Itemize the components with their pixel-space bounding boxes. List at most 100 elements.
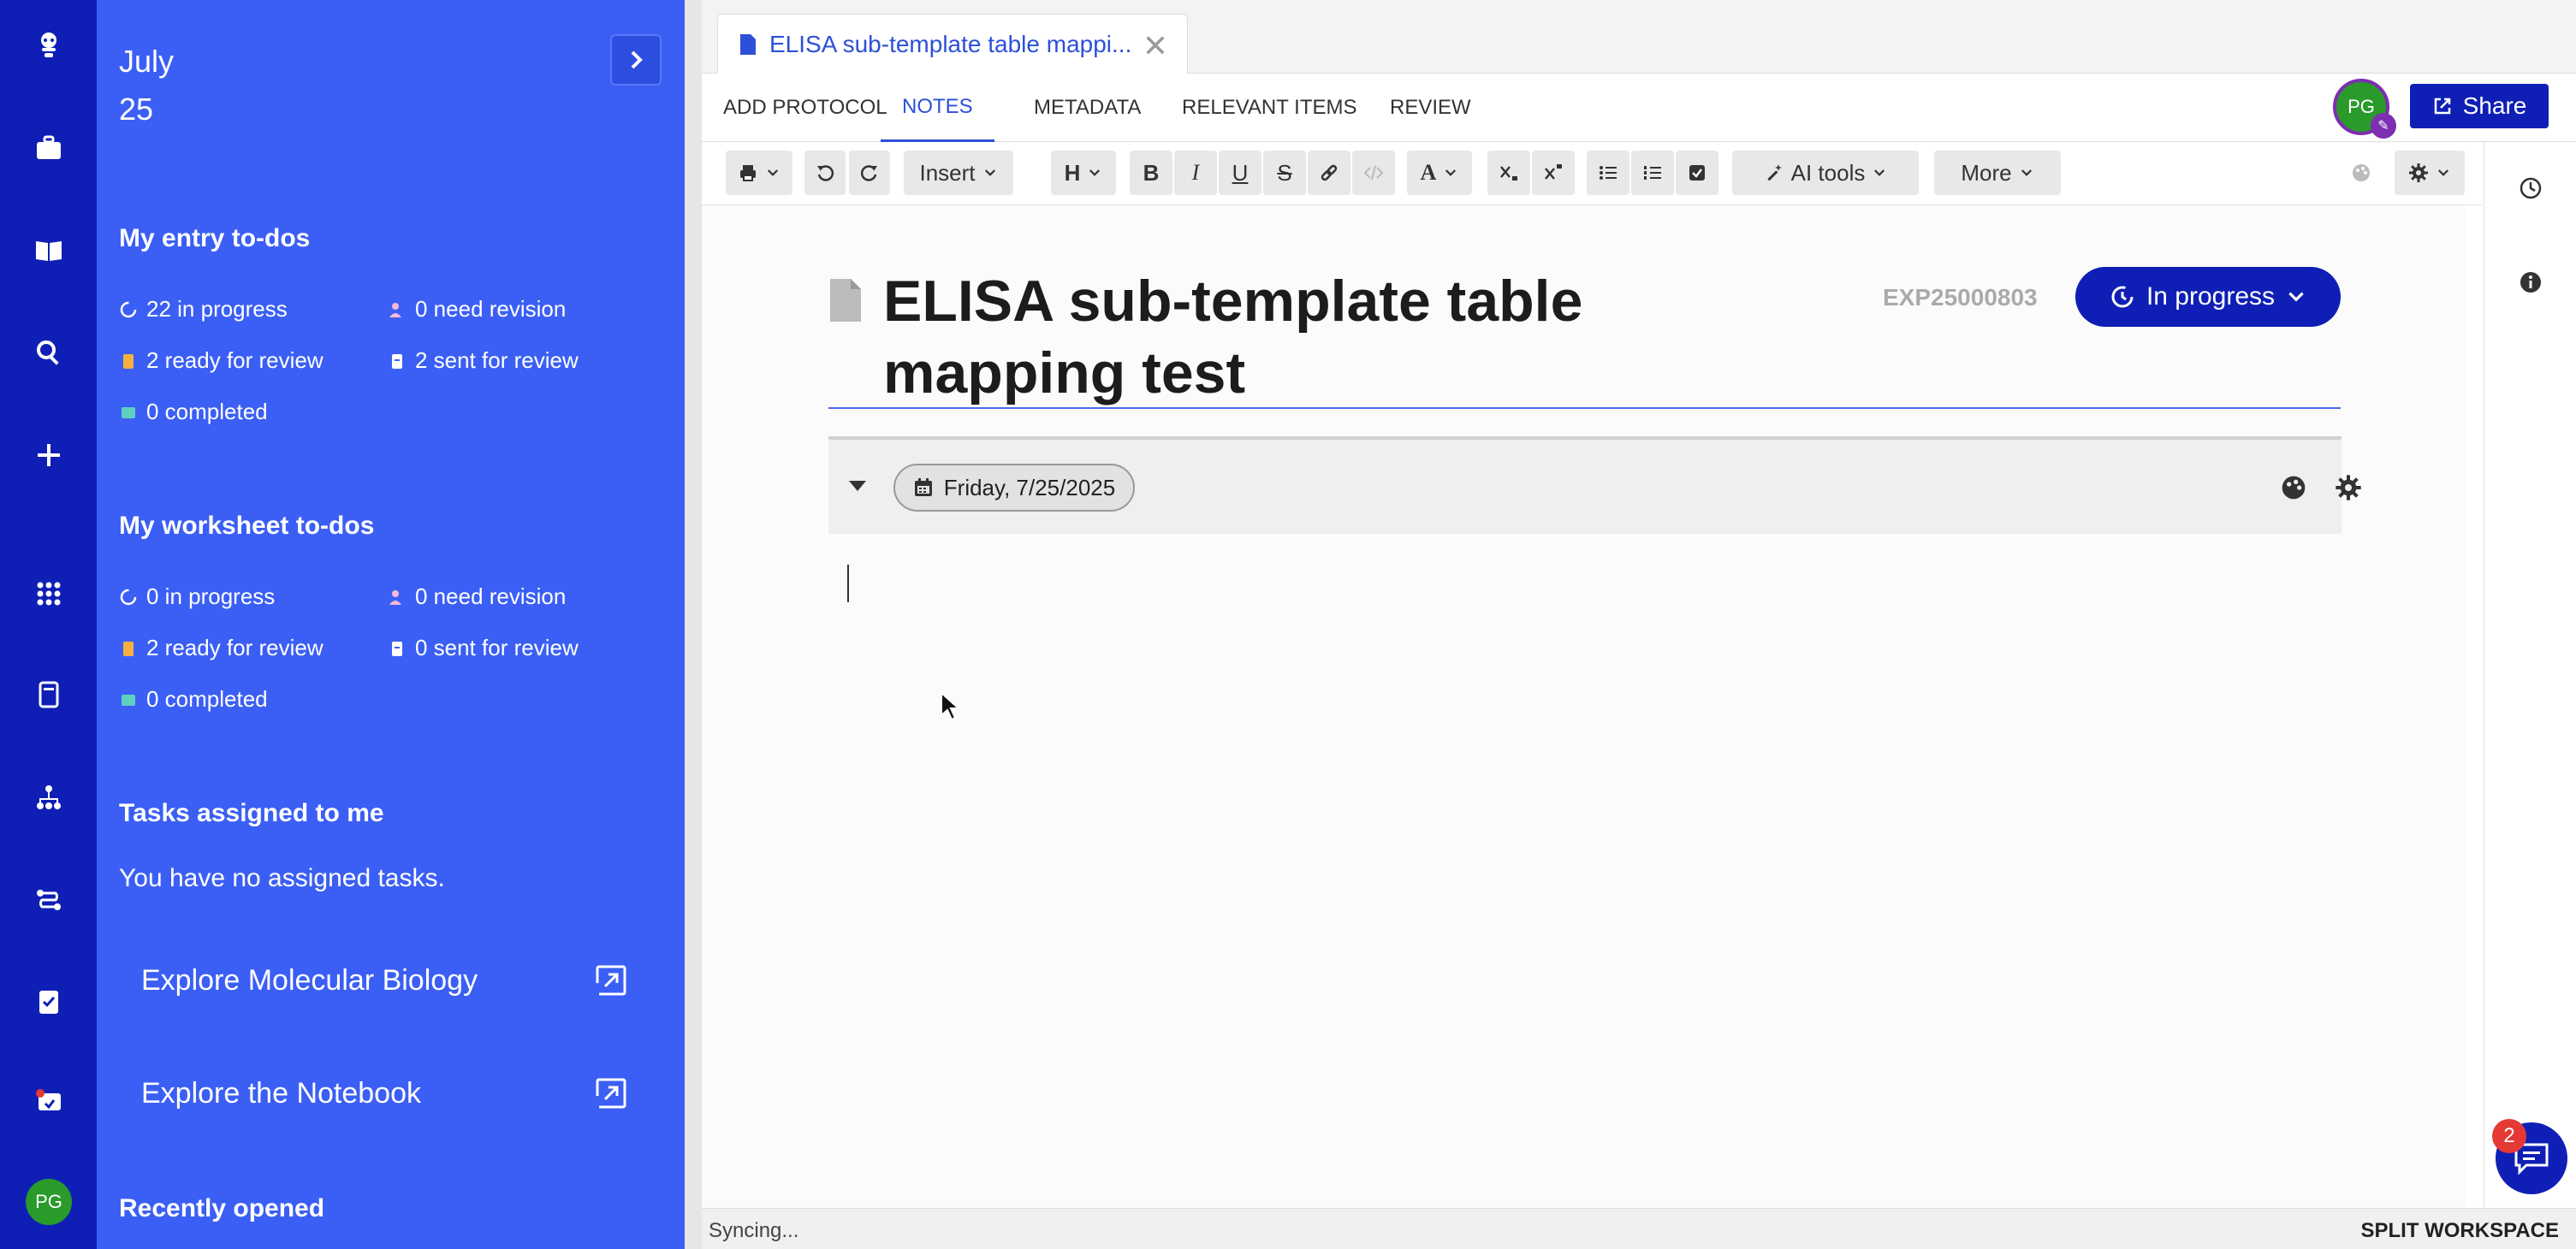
calendar-icon — [914, 478, 932, 496]
clipboard-icon — [123, 641, 134, 656]
document-title[interactable]: ELISA sub-template table mapping test — [883, 265, 1653, 409]
book-icon[interactable] — [0, 224, 97, 275]
recently-opened-title: Recently opened — [119, 1194, 325, 1222]
tab-add-protocol[interactable]: ADD PROTOCOL — [723, 74, 887, 142]
date-day: 25 — [119, 92, 154, 127]
bullet-list-icon — [1600, 166, 1617, 180]
notebook-icon[interactable] — [0, 669, 97, 720]
chevron-down-icon — [2288, 292, 2304, 302]
checkbox-icon — [1689, 165, 1705, 181]
info-icon[interactable] — [2484, 257, 2576, 308]
chevron-down-icon — [2437, 169, 2449, 176]
folder-check-icon — [122, 694, 135, 706]
numbered-list-icon — [1644, 166, 1661, 180]
chevron-down-icon — [984, 169, 995, 176]
superscript-icon — [1545, 164, 1562, 180]
worksheet-in-progress[interactable]: 0 in progress — [119, 583, 275, 610]
underline-button[interactable]: U — [1219, 151, 1261, 195]
text-cursor — [847, 565, 849, 602]
chevron-down-icon — [1445, 169, 1457, 176]
entry-section-header: Friday, 7/25/2025 — [828, 436, 2361, 534]
split-workspace-button[interactable]: SPLIT WORKSPACE — [2360, 1219, 2559, 1243]
numbered-list-button[interactable] — [1631, 151, 1674, 195]
entry-in-progress[interactable]: 22 in progress — [119, 296, 288, 323]
progress-icon — [2111, 286, 2134, 308]
palette-icon[interactable] — [2280, 474, 2307, 501]
redo-button[interactable] — [849, 151, 890, 195]
link-button[interactable] — [1308, 151, 1350, 195]
worksheet-sent-for-review[interactable]: 0 sent for review — [388, 635, 579, 661]
mouse-pointer-icon — [941, 691, 960, 721]
editor-toolbar: Insert H B I U S A AI tools More — [702, 142, 2482, 205]
entry-tabs: ADD PROTOCOL NOTES METADATA RELEVANT ITE… — [702, 74, 2576, 142]
strikethrough-button[interactable]: S — [1263, 151, 1306, 195]
dashboard-panel: July 25 My entry to-dos 22 in progress 0… — [97, 0, 685, 1249]
gear-icon[interactable] — [2335, 474, 2362, 501]
apps-grid-icon[interactable] — [0, 568, 97, 619]
print-button[interactable] — [726, 151, 792, 195]
user-edit-icon — [389, 302, 401, 317]
entry-need-revision[interactable]: 0 need revision — [388, 296, 566, 323]
explore-notebook-link[interactable]: Explore the Notebook — [119, 1054, 667, 1133]
entry-ready-for-review[interactable]: 2 ready for review — [119, 347, 323, 374]
explore-molecular-biology-link[interactable]: Explore Molecular Biology — [119, 941, 667, 1020]
plus-icon[interactable] — [0, 429, 97, 481]
worksheet-ready-for-review[interactable]: 2 ready for review — [119, 635, 323, 661]
briefcase-icon[interactable] — [0, 122, 97, 174]
tab-notes[interactable]: NOTES — [881, 74, 994, 142]
entry-completed[interactable]: 0 completed — [119, 399, 268, 425]
ai-tools-dropdown[interactable]: AI tools — [1732, 151, 1919, 195]
panel-divider[interactable] — [685, 0, 702, 1249]
entry-date-chip[interactable]: Friday, 7/25/2025 — [893, 464, 1135, 512]
heading-dropdown[interactable]: H — [1051, 151, 1116, 195]
history-icon[interactable] — [2484, 163, 2576, 214]
document-canvas[interactable]: ELISA sub-template table mapping test EX… — [702, 205, 2466, 1208]
chevron-down-icon — [767, 169, 779, 176]
workflow-icon[interactable] — [0, 874, 97, 926]
printer-icon — [740, 165, 756, 181]
theme-palette-button[interactable] — [2340, 151, 2383, 195]
bullet-list-button[interactable] — [1587, 151, 1629, 195]
document-tab[interactable]: ELISA sub-template table mappi... ✕ — [717, 14, 1188, 74]
undo-button[interactable] — [804, 151, 846, 195]
status-dropdown[interactable]: In progress — [2075, 267, 2341, 327]
tab-review[interactable]: REVIEW — [1390, 74, 1471, 142]
worksheet-need-revision[interactable]: 0 need revision — [388, 583, 566, 610]
user-avatar[interactable]: PG — [26, 1179, 72, 1225]
tab-relevant-items[interactable]: RELEVANT ITEMS — [1182, 74, 1357, 142]
link-icon — [1321, 164, 1338, 181]
user-edit-icon — [389, 589, 401, 605]
clipboard-sent-icon — [392, 641, 402, 656]
undo-icon — [817, 165, 834, 181]
checklist-button[interactable] — [1676, 151, 1718, 195]
inbox-icon[interactable] — [0, 1074, 97, 1126]
close-tab-icon[interactable]: ✕ — [1143, 28, 1168, 64]
pencil-icon: ✎ — [2371, 113, 2396, 139]
right-utility-rail — [2484, 142, 2576, 1211]
worksheet-completed[interactable]: 0 completed — [119, 686, 268, 713]
clipboard-check-icon[interactable] — [0, 975, 97, 1027]
search-icon[interactable] — [0, 327, 97, 378]
panel-date: July 25 — [119, 38, 174, 133]
superscript-button[interactable] — [1532, 151, 1575, 195]
progress-icon — [120, 589, 137, 605]
share-button[interactable]: Share — [2410, 84, 2549, 128]
more-dropdown[interactable]: More — [1934, 151, 2061, 195]
subscript-button[interactable] — [1487, 151, 1530, 195]
hierarchy-icon[interactable] — [0, 772, 97, 823]
italic-button[interactable]: I — [1174, 151, 1217, 195]
collaborator-avatar[interactable]: PG ✎ — [2333, 79, 2396, 139]
insert-dropdown[interactable]: Insert — [904, 151, 1013, 195]
entry-sent-for-review[interactable]: 2 sent for review — [388, 347, 579, 374]
settings-dropdown[interactable] — [2395, 151, 2465, 195]
magic-wand-icon — [1766, 164, 1782, 181]
subscript-icon — [1500, 166, 1517, 181]
caret-down-icon[interactable] — [849, 481, 866, 491]
expand-panel-button[interactable] — [610, 34, 662, 86]
bold-button[interactable]: B — [1130, 151, 1172, 195]
folder-check-icon — [122, 406, 135, 418]
font-color-dropdown[interactable]: A — [1407, 151, 1472, 195]
tab-metadata[interactable]: METADATA — [1034, 74, 1141, 142]
robot-icon[interactable] — [0, 19, 97, 70]
code-button[interactable] — [1352, 151, 1395, 195]
